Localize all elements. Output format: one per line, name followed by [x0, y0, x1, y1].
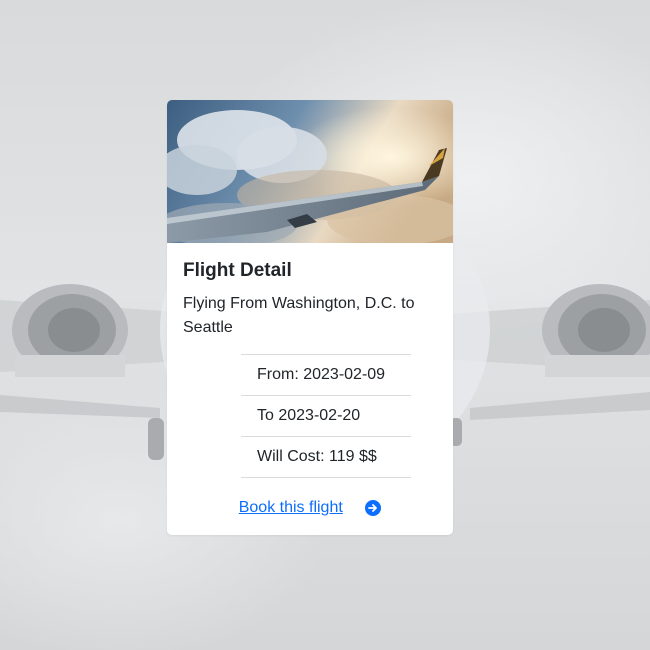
book-flight-link[interactable]: Book this flight: [239, 499, 343, 516]
departure-date-item: From: 2023-02-09: [241, 354, 411, 395]
flight-detail-card: Flight Detail Flying From Washington, D.…: [167, 100, 453, 535]
arrow-right-circle-icon[interactable]: [365, 500, 382, 516]
return-date-item: To 2023-02-20: [241, 395, 411, 436]
flight-details-list: From: 2023-02-09 To 2023-02-20 Will Cost…: [241, 354, 411, 478]
cost-item: Will Cost: 119 $$: [241, 436, 411, 478]
airplane-wing-photo: [167, 100, 453, 243]
card-title: Flight Detail: [183, 260, 292, 281]
flight-route-text: Flying From Washington, D.C. to Seattle: [183, 295, 415, 336]
book-flight-row: Book this flight: [167, 496, 453, 520]
